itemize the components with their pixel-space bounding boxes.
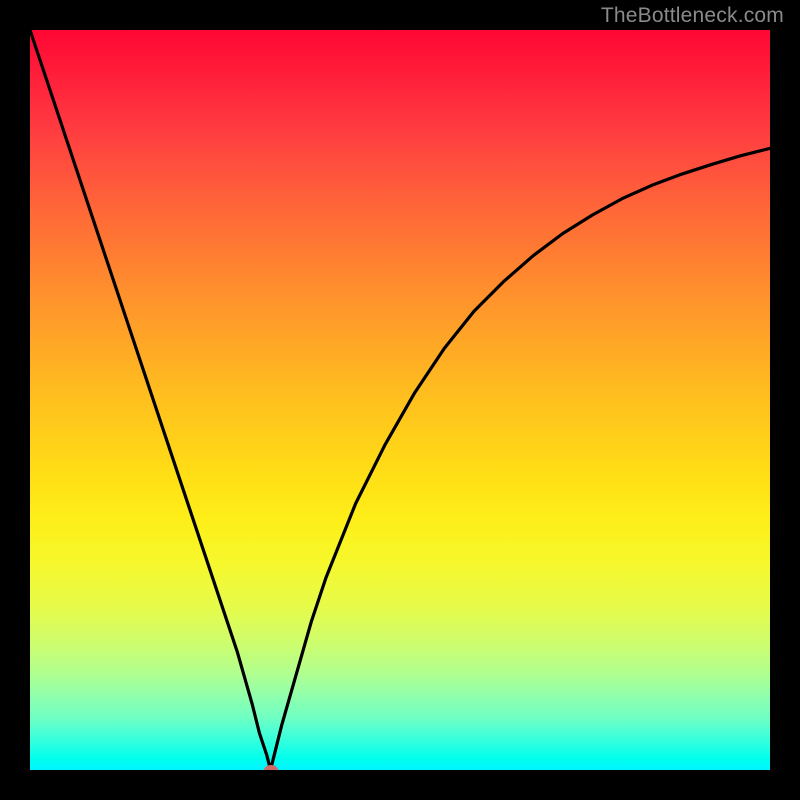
plot-area xyxy=(30,30,770,770)
bottleneck-curve xyxy=(30,30,770,770)
minimum-marker xyxy=(264,765,278,770)
watermark-text: TheBottleneck.com xyxy=(601,4,784,28)
chart-frame: TheBottleneck.com xyxy=(0,0,800,800)
